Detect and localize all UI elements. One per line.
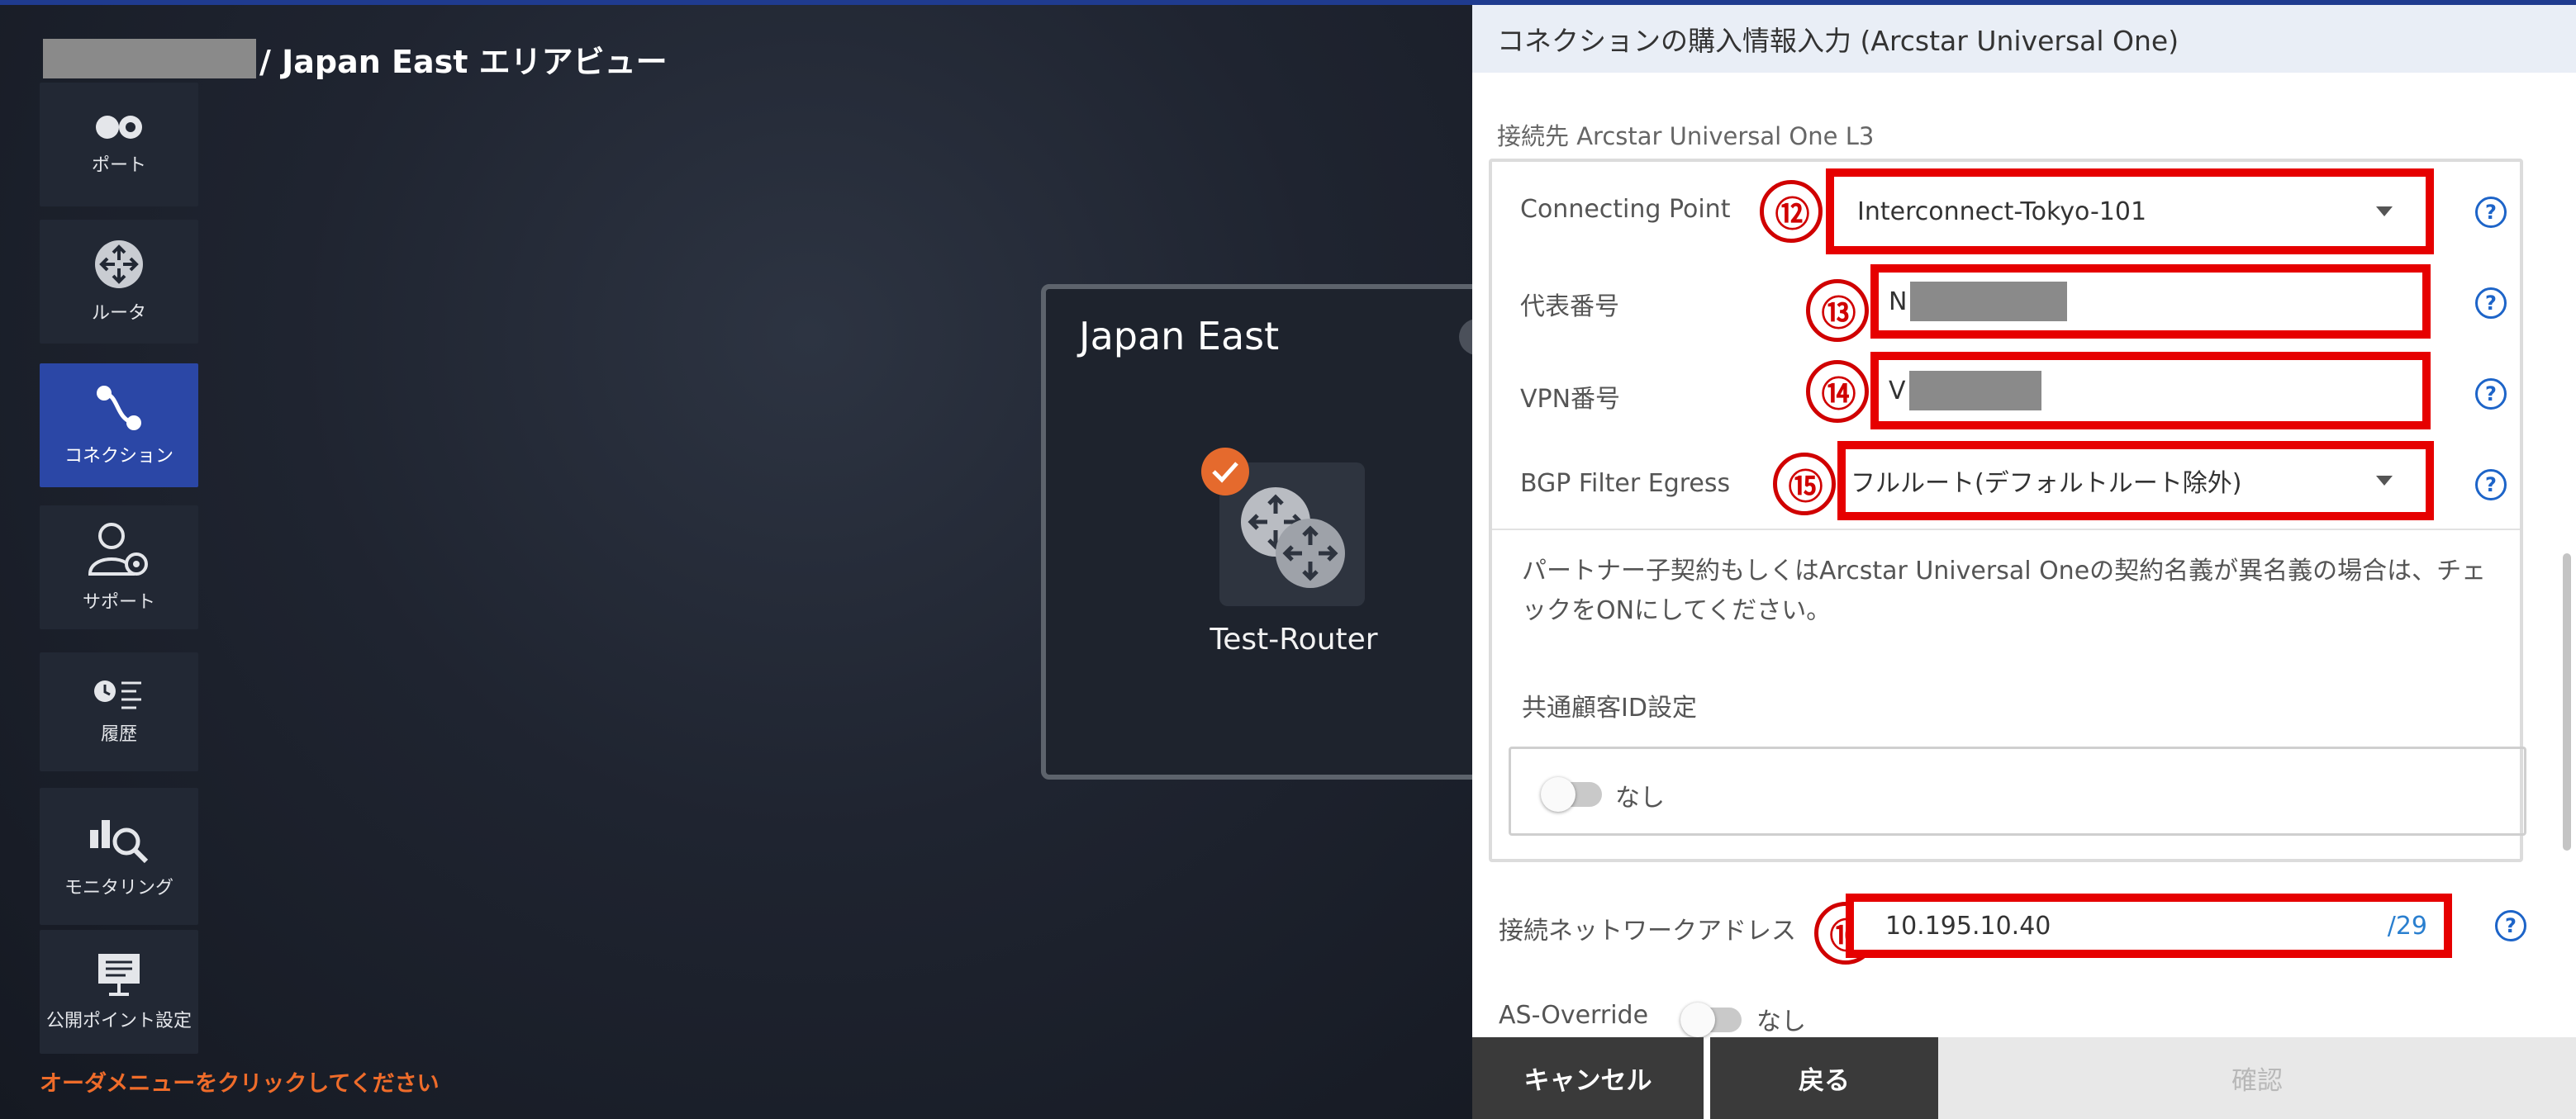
port-icon <box>96 116 142 139</box>
breadcrumb-area: / Japan East エリアビュー <box>259 43 668 80</box>
router-icon <box>95 240 143 288</box>
network-prefix: /29 <box>2387 911 2427 941</box>
vpn-number-label: VPN番号 <box>1520 385 1621 414</box>
network-address-highlight: 10.195.10.40 /29 <box>1846 894 2452 958</box>
common-customer-id-label: 共通顧客ID設定 <box>1522 694 1697 723</box>
area-view-canvas: / Japan East エリアビュー ポート ルータ コネクション サポート … <box>0 0 1472 1119</box>
bgp-filter-egress-value: フルルート(デフォルトルート除外) <box>1851 469 2242 498</box>
bgp-filter-egress-label: BGP Filter Egress <box>1520 469 1731 498</box>
sidebar-item-label: ポート <box>91 155 146 176</box>
bgp-filter-egress-highlight: フルルート(デフォルトルート除外) <box>1837 441 2434 520</box>
panel-scrollbar[interactable] <box>2563 553 2571 851</box>
connecting-point-select[interactable]: Interconnect-Tokyo-101 <box>1839 182 2421 241</box>
connecting-point-highlight: Interconnect-Tokyo-101 <box>1826 168 2434 254</box>
area-japan-east[interactable]: Japan East Test-Router <box>1041 284 1472 780</box>
representative-number-input[interactable]: N <box>1884 277 2417 325</box>
vpn-number-highlight: V <box>1870 352 2431 429</box>
sidebar-item-router[interactable]: ルータ <box>40 220 198 344</box>
as-override-toggle[interactable] <box>1680 1003 1742 1037</box>
partner-contract-note: パートナー子契約もしくはArcstar Universal Oneの契約名義が異… <box>1522 557 2487 625</box>
sidebar-item-support[interactable]: サポート <box>40 505 198 629</box>
as-override-label: AS-Override <box>1499 1001 1649 1030</box>
panel-title: コネクションの購入情報入力 (Arcstar Universal One) <box>1472 5 2576 73</box>
connection-icon <box>97 386 141 430</box>
annotation-marker-14: ⑭ <box>1806 360 1869 423</box>
vpn-number-value: V <box>1889 376 1906 405</box>
sidebar-item-connection[interactable]: コネクション <box>40 363 198 487</box>
group-divider <box>1492 529 2520 530</box>
representative-number-value: N <box>1889 287 1908 316</box>
as-override-toggle-label: なし <box>1756 1008 1806 1036</box>
bgp-filter-egress-select[interactable]: フルルート(デフォルトルート除外) <box>1851 454 2421 507</box>
redacted-tenant-name <box>43 39 256 78</box>
sidebar-item-history[interactable]: 履歴 <box>40 652 198 771</box>
common-customer-id-box: なし <box>1509 747 2526 836</box>
panel-footer: キャンセル 戻る 確認 <box>1472 1037 2576 1119</box>
annotation-marker-12: ⑫ <box>1760 180 1823 243</box>
history-icon <box>94 680 141 709</box>
sidebar-item-label: コネクション <box>64 446 173 467</box>
support-icon <box>88 523 148 576</box>
purchase-info-panel: コネクションの購入情報入力 (Arcstar Universal One) 接続… <box>1472 0 2576 1119</box>
annotation-marker-13: ⑬ <box>1806 279 1869 342</box>
network-address-input[interactable]: 10.195.10.40 /29 <box>1859 907 2439 945</box>
sidebar-item-label: サポート <box>82 592 155 613</box>
section-caption: 接続先 Arcstar Universal One L3 <box>1497 122 1875 150</box>
connecting-point-value: Interconnect-Tokyo-101 <box>1857 197 2147 226</box>
help-icon[interactable]: ? <box>2475 469 2507 500</box>
connecting-point-label: Connecting Point <box>1520 195 1731 224</box>
breadcrumb: / Japan East エリアビュー <box>43 38 668 80</box>
public-point-icon <box>98 954 140 996</box>
router-name: Test-Router <box>1210 623 1378 657</box>
redacted-value <box>1910 282 2068 321</box>
network-address-value: 10.195.10.40 <box>1885 911 2051 941</box>
help-icon[interactable]: ? <box>2495 910 2526 941</box>
common-customer-id-toggle[interactable] <box>1541 777 1602 812</box>
back-button[interactable]: 戻る <box>1710 1037 1938 1119</box>
help-icon[interactable]: ? <box>2475 197 2507 228</box>
area-title: Japan East <box>1079 314 1280 358</box>
cancel-button[interactable]: キャンセル <box>1472 1037 1704 1119</box>
sidebar-item-label: ルータ <box>91 303 146 324</box>
annotation-marker-15: ⑮ <box>1773 453 1836 515</box>
sidebar-item-public-point[interactable]: 公開ポイント設定 <box>40 930 198 1054</box>
order-menu-hint: オーダメニューをクリックしてください <box>40 1071 440 1097</box>
representative-number-highlight: N <box>1870 264 2431 339</box>
area-menu-icon[interactable] <box>1459 319 1472 355</box>
sidebar-item-label: 公開ポイント設定 <box>45 1011 192 1031</box>
sidebar-item-label: モニタリング <box>64 878 173 899</box>
help-icon[interactable]: ? <box>2475 378 2507 410</box>
redacted-value <box>1908 371 2041 410</box>
help-icon[interactable]: ? <box>2475 287 2507 319</box>
common-customer-id-toggle-label: なし <box>1615 784 1665 813</box>
chevron-down-icon <box>2376 206 2393 216</box>
top-accent-line <box>0 0 2576 5</box>
confirm-button[interactable]: 確認 <box>1938 1037 2576 1119</box>
sidebar-item-label: 履歴 <box>100 724 137 745</box>
monitoring-icon <box>90 820 149 864</box>
network-address-label: 接続ネットワークアドレス <box>1499 917 1796 946</box>
representative-number-label: 代表番号 <box>1520 292 1619 321</box>
selected-check-icon <box>1201 448 1249 495</box>
vpn-number-input[interactable]: V <box>1884 365 2417 416</box>
sidebar-item-port[interactable]: ポート <box>40 83 198 206</box>
sidebar-item-monitoring[interactable]: モニタリング <box>40 788 198 925</box>
chevron-down-icon <box>2376 476 2393 486</box>
